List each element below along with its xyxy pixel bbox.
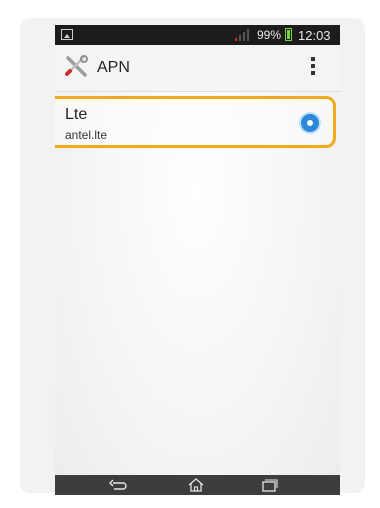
gallery-icon: [61, 29, 73, 40]
battery-icon: [285, 28, 292, 41]
signal-icon: [235, 29, 251, 41]
navigation-bar: [55, 475, 340, 495]
settings-tools-icon[interactable]: [63, 53, 91, 81]
apn-value: antel.lte: [65, 128, 108, 142]
apn-list-item[interactable]: Lte antel.lte: [55, 96, 336, 148]
recent-apps-icon[interactable]: [258, 477, 280, 493]
back-icon[interactable]: [107, 477, 129, 493]
action-bar: APN: [55, 45, 340, 92]
home-icon[interactable]: [185, 477, 207, 493]
battery-percent: 99%: [257, 28, 282, 42]
apn-name: Lte: [65, 106, 88, 123]
page-title: APN: [97, 59, 130, 76]
clock: 12:03: [298, 28, 331, 43]
overflow-menu-icon[interactable]: [309, 57, 317, 79]
apn-radio-button[interactable]: [301, 114, 319, 132]
status-bar: 99% 12:03: [55, 25, 340, 45]
phone-screen: 99% 12:03 APN Lte antel.lte: [55, 25, 340, 495]
